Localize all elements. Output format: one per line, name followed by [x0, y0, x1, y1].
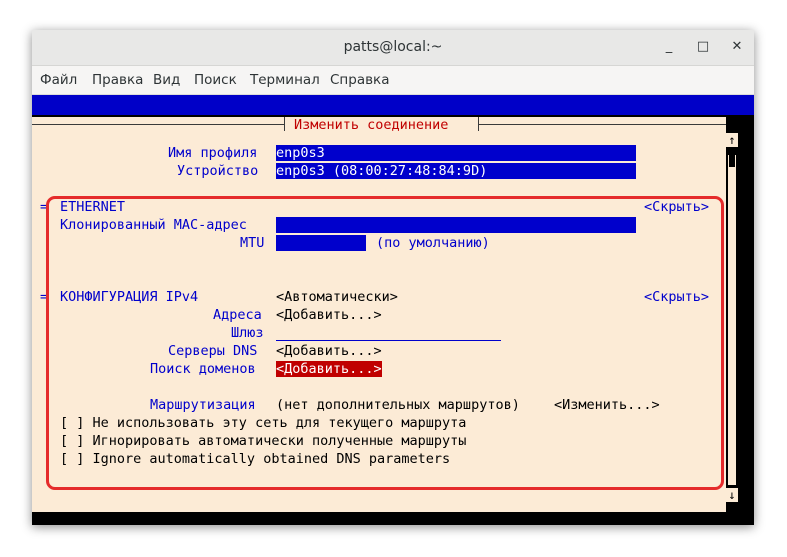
- frame-title-left: [284, 117, 285, 131]
- scroll-down-icon[interactable]: ↓: [726, 488, 738, 502]
- menu-view[interactable]: Вид: [153, 72, 180, 88]
- frame-top-right: [478, 124, 726, 125]
- maximize-icon[interactable]: □: [694, 38, 712, 56]
- scrollbar-thumb[interactable]: [729, 155, 735, 167]
- menu-edit[interactable]: Правка: [92, 72, 143, 88]
- top-blue-band: [32, 95, 754, 115]
- scrollbar-track[interactable]: [728, 155, 736, 485]
- menu-search[interactable]: Поиск: [194, 72, 237, 88]
- profile-name-field[interactable]: enp0s3: [276, 145, 636, 161]
- minimize-icon[interactable]: _: [660, 38, 678, 56]
- menu-bar: Файл Правка Вид Поиск Терминал Справка: [32, 66, 754, 95]
- window-title: patts@local:~: [343, 39, 443, 55]
- callout-frame: [46, 196, 724, 490]
- device-field[interactable]: enp0s3 (08:00:27:48:84:9D): [276, 163, 636, 179]
- menu-file[interactable]: Файл: [40, 72, 77, 88]
- dialog-title: Изменить соединение: [294, 117, 449, 133]
- profile-name-label: Имя профиля: [168, 145, 258, 161]
- scroll-up-icon[interactable]: ↑: [726, 133, 738, 147]
- menu-help[interactable]: Справка: [330, 72, 389, 88]
- frame-top-left: [32, 124, 284, 125]
- close-icon[interactable]: ✕: [728, 38, 746, 56]
- device-label: Устройство: [177, 163, 259, 179]
- menu-terminal[interactable]: Терминал: [250, 72, 320, 88]
- title-bar: patts@local:~ _ □ ✕: [32, 30, 754, 66]
